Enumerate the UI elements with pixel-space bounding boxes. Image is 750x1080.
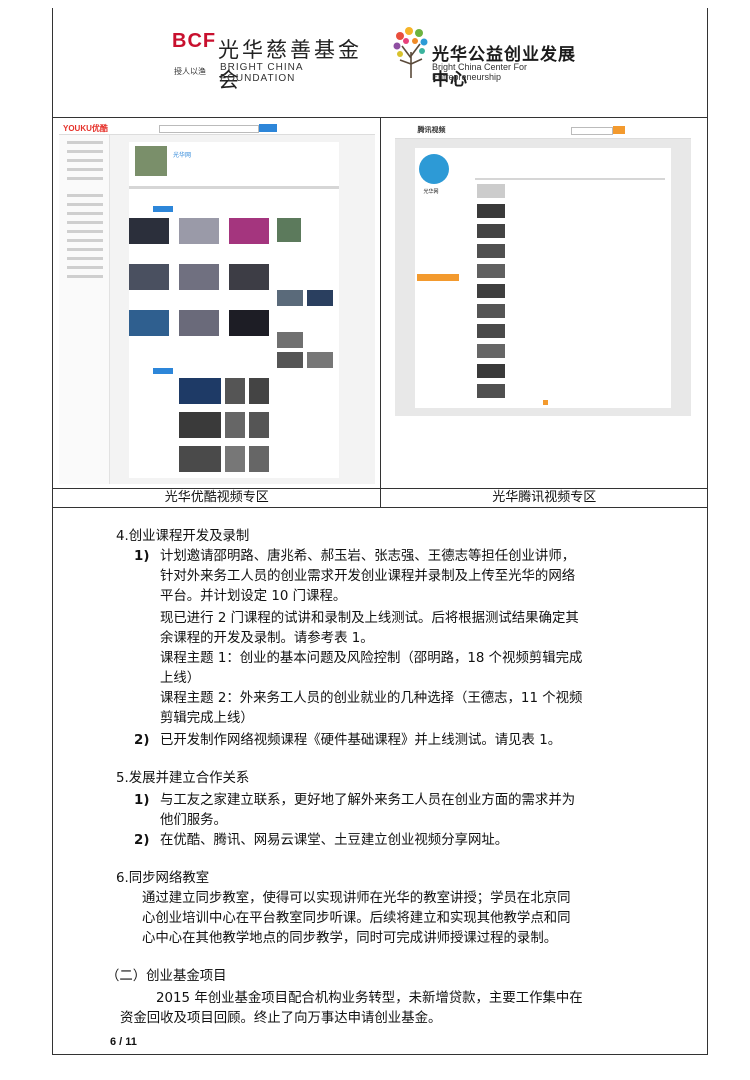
video-thumb	[477, 364, 506, 378]
paragraph-line: 上线）	[160, 671, 201, 686]
album-thumb	[249, 378, 269, 404]
video-thumb	[307, 290, 333, 306]
item-number: 2)	[134, 833, 150, 848]
section-5-title: 5.发展并建立合作关系	[116, 771, 250, 786]
video-thumb	[477, 324, 506, 338]
paragraph-line: 平台。并计划设定 10 门课程。	[160, 589, 347, 604]
video-thumb	[129, 264, 169, 290]
video-thumb	[277, 218, 301, 242]
album-thumb	[249, 412, 269, 438]
paragraph-line: 已开发制作网络视频课程《硬件基础课程》并上线测试。请见表 1。	[160, 733, 562, 748]
youku-screenshot: YOUKU优酷 光华网	[59, 122, 375, 484]
video-thumb	[277, 332, 303, 348]
youku-logo: YOUKU优酷	[63, 124, 108, 133]
tencent-channel-avatar	[419, 154, 450, 184]
paragraph-line: 现已进行 2 门课程的试讲和录制及上线测试。后将根据测试结果确定其	[160, 611, 579, 626]
video-thumb	[477, 264, 506, 278]
foundation-name-en: BRIGHT CHINA FOUNDATION	[220, 62, 303, 84]
section-4-title: 4.创业课程开发及录制	[116, 529, 250, 544]
video-thumb	[229, 264, 269, 290]
paragraph-line: 针对外来务工人员的创业需求开发创业课程并录制及上传至光华的网络	[160, 569, 576, 584]
bcf-motto: 授人以渔	[174, 67, 206, 76]
paragraph-line: 与工友之家建立联系，更好地了解外来务工人员在创业方面的需求并为	[160, 793, 576, 808]
channel-avatar	[135, 146, 167, 176]
video-thumb	[277, 352, 303, 368]
paragraph-line: 通过建立同步教室，使得可以实现讲师在光华的教室讲授；学员在北京同	[142, 891, 571, 906]
video-thumb	[179, 310, 219, 336]
tencent-channel-name: 光华网	[423, 189, 439, 195]
paragraph-line: 2015 年创业基金项目配合机构业务转型，未新增贷款，主要工作集中在	[156, 991, 583, 1006]
youku-topbar: YOUKU优酷	[59, 122, 375, 135]
tree-logo-icon	[393, 27, 428, 78]
video-thumb	[477, 224, 506, 238]
album-thumb	[179, 446, 221, 472]
video-thumb	[179, 218, 219, 244]
video-thumb	[477, 244, 506, 258]
item-number: 1)	[134, 793, 150, 808]
section-6-title: 6.同步网络教室	[116, 871, 210, 886]
item-number: 2)	[134, 733, 150, 748]
youku-screenshot-cell: YOUKU优酷 光华网	[53, 118, 380, 488]
paragraph-line: 他们服务。	[160, 813, 227, 828]
video-thumb	[179, 264, 219, 290]
youku-search-button	[259, 124, 277, 132]
paragraph-line: 资金回收及项目回顾。终止了向万事达申请创业基金。	[120, 1011, 442, 1026]
center-name-en: Bright China Center For Entrepreneurship	[432, 62, 528, 82]
youku-channel-page: 光华网	[129, 142, 339, 478]
paragraph-line: 余课程的开发及录制。请参考表 1。	[160, 631, 374, 646]
paragraph-line: 在优酷、腾讯、网易云课堂、土豆建立创业视频分享网址。	[160, 833, 509, 848]
page-number: 6 / 11	[110, 1036, 137, 1048]
video-thumb	[477, 344, 506, 358]
album-thumb	[179, 378, 221, 404]
album-thumb	[225, 412, 245, 438]
paragraph-line: 课程主题 1：创业的基本问题及风险控制（邵明路，18 个视频剪辑完成	[160, 651, 583, 666]
pagination-active	[543, 400, 549, 405]
youku-sidebar	[59, 135, 110, 484]
video-thumb	[477, 204, 506, 218]
bright-china-center-logo: 光华公益创业发展中心 Bright China Center For Entre…	[392, 24, 592, 90]
item-number: 1)	[134, 549, 150, 564]
youku-channel-name: 光华网	[173, 152, 192, 159]
video-thumb	[477, 184, 506, 198]
album-thumb	[249, 446, 269, 472]
video-thumb	[277, 290, 303, 306]
tencent-channel-panel: 光华网	[415, 148, 672, 408]
paragraph-line: 计划邀请邵明路、唐兆希、郝玉岩、张志强、王德志等担任创业讲师，	[160, 549, 576, 564]
tencent-topbar: 腾讯视频	[395, 122, 692, 139]
bcf-mark: BCF	[172, 30, 217, 52]
paragraph-line: 剪辑完成上线）	[160, 711, 254, 726]
video-thumb	[229, 310, 269, 336]
album-thumb	[225, 446, 245, 472]
tencent-screenshot: 腾讯视频 光华网	[395, 122, 692, 416]
album-thumb	[179, 412, 221, 438]
tencent-logo: 腾讯视频	[417, 126, 446, 134]
video-thumb	[307, 352, 333, 368]
video-thumb	[129, 310, 169, 336]
part-2-title: （二）创业基金项目	[106, 969, 227, 984]
youku-search-box	[159, 125, 259, 133]
video-thumb	[477, 384, 506, 398]
paragraph-line: 课程主题 2：外来务工人员的创业就业的几种选择（王德志，11 个视频	[160, 691, 583, 706]
video-thumb	[229, 218, 269, 244]
album-thumb	[225, 378, 245, 404]
tencent-caption: 光华腾讯视频专区	[381, 488, 707, 507]
video-screenshots-table: YOUKU优酷 光华网 光华优酷视频专区 腾讯视频 光华网 光华腾讯视频专区	[51, 117, 708, 508]
video-thumb	[477, 284, 506, 298]
tencent-menu-active	[417, 274, 460, 281]
youku-caption: 光华优酷视频专区	[53, 488, 381, 507]
paragraph-line: 心创业培训中心在平台教室同步听课。后续将建立和实现其他教学点和同	[142, 911, 571, 926]
bright-china-foundation-logo: BCF 授人以渔 光华慈善基金会 BRIGHT CHINA FOUNDATION	[172, 30, 362, 92]
video-thumb	[129, 218, 169, 244]
page-header: BCF 授人以渔 光华慈善基金会 BRIGHT CHINA FOUNDATION…	[0, 0, 750, 92]
tencent-screenshot-cell: 腾讯视频 光华网	[381, 118, 707, 488]
video-thumb	[477, 304, 506, 318]
paragraph-line: 心中心在其他教学地点的同步教学，同时可完成讲师授课过程的录制。	[142, 931, 558, 946]
